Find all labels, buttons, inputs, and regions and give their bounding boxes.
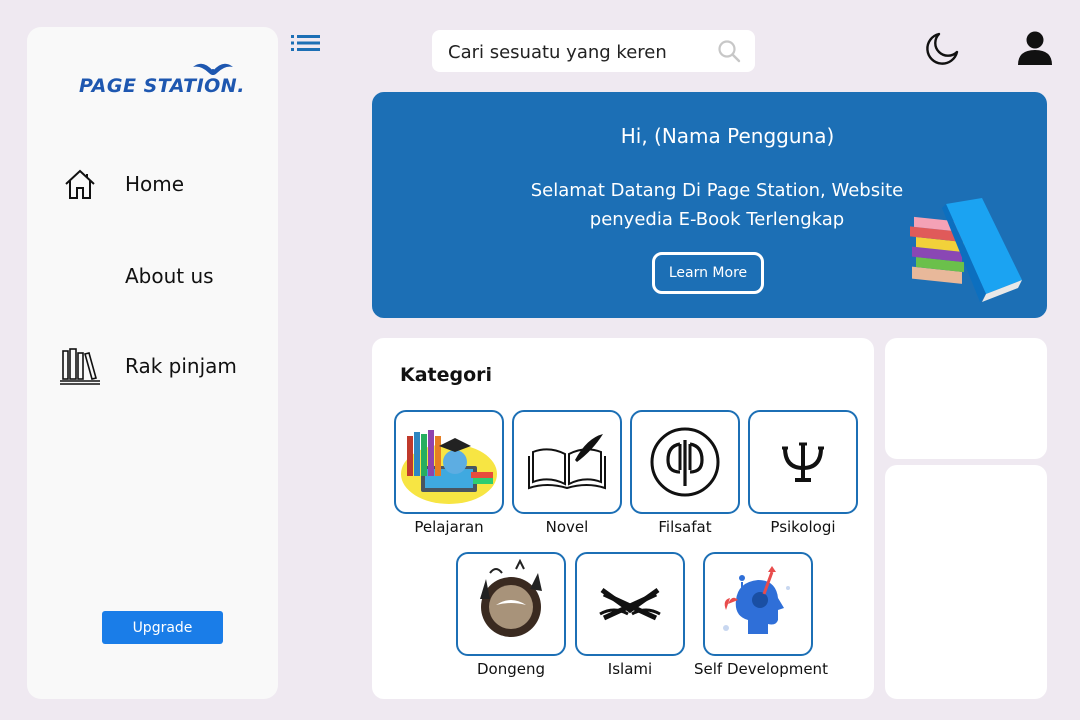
category-label: Novel bbox=[545, 518, 589, 536]
list-menu-icon[interactable] bbox=[291, 33, 321, 53]
kategori-panel: Kategori Pelajaran Novel Filsafat Psikol… bbox=[372, 338, 874, 699]
kategori-title: Kategori bbox=[400, 364, 493, 386]
category-label: Filsafat bbox=[658, 518, 712, 536]
about-icon-placeholder bbox=[59, 255, 101, 297]
category-islami[interactable]: Islami bbox=[566, 552, 694, 678]
hero-banner: Hi, (Nama Pengguna) Selamat Datang Di Pa… bbox=[372, 92, 1047, 318]
category-filsafat[interactable]: Filsafat bbox=[621, 410, 749, 536]
sidebar-item-rak-pinjam[interactable]: Rak pinjam bbox=[59, 345, 237, 387]
category-psikologi[interactable]: Psikologi bbox=[739, 410, 867, 536]
sidebar: PAGE STATION. Home About us Rak pinjam U… bbox=[27, 27, 278, 699]
bookshelf-icon bbox=[59, 345, 101, 387]
bird-logo-icon bbox=[193, 63, 233, 75]
book-stack-icon bbox=[910, 198, 1022, 302]
sidebar-item-label: Home bbox=[125, 172, 185, 196]
search-input[interactable] bbox=[446, 39, 710, 65]
category-self-development[interactable]: Self Development bbox=[694, 552, 828, 678]
hero-welcome-text: Selamat Datang Di Page Station, Website … bbox=[530, 180, 904, 230]
books-laptop-icon bbox=[394, 410, 504, 514]
category-dongeng[interactable]: Dongeng bbox=[447, 552, 575, 678]
head-growth-icon bbox=[703, 552, 813, 656]
side-card-bottom bbox=[885, 465, 1047, 699]
category-label: Self Development bbox=[694, 660, 828, 678]
sidebar-item-about-us[interactable]: About us bbox=[59, 255, 214, 297]
sidebar-item-label: About us bbox=[125, 264, 214, 288]
side-card-top bbox=[885, 338, 1047, 459]
category-label: Islami bbox=[607, 660, 653, 678]
category-novel[interactable]: Novel bbox=[503, 410, 631, 536]
home-icon bbox=[59, 163, 101, 205]
upgrade-button[interactable]: Upgrade bbox=[102, 611, 223, 644]
phi-symbol-icon bbox=[630, 410, 740, 514]
open-book-quill-icon bbox=[512, 410, 622, 514]
category-pelajaran[interactable]: Pelajaran bbox=[385, 410, 513, 536]
moon-dark-mode-icon[interactable] bbox=[922, 31, 960, 69]
category-label: Psikologi bbox=[770, 518, 836, 536]
hero-greeting: Hi, (Nama Pengguna) bbox=[620, 124, 835, 148]
category-label: Pelajaran bbox=[414, 518, 484, 536]
learn-more-button[interactable]: Learn More bbox=[652, 252, 764, 294]
psi-symbol-icon bbox=[748, 410, 858, 514]
user-account-icon[interactable] bbox=[1017, 30, 1053, 66]
sidebar-item-home[interactable]: Home bbox=[59, 163, 184, 205]
brand-logo[interactable]: PAGE STATION. bbox=[79, 61, 249, 101]
search-bar bbox=[432, 30, 755, 72]
search-icon[interactable] bbox=[717, 39, 741, 63]
fairytale-icon bbox=[456, 552, 566, 656]
sidebar-item-label: Rak pinjam bbox=[125, 354, 237, 378]
quran-stand-icon bbox=[575, 552, 685, 656]
category-label: Dongeng bbox=[476, 660, 545, 678]
